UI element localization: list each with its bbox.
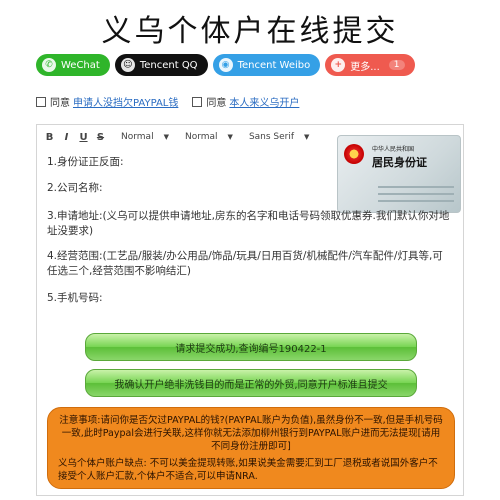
underline-button[interactable]: U [79,132,88,143]
submit-status-button[interactable]: 请求提交成功,查询编号190422-1 [85,333,417,361]
more-label: 更多... [350,61,380,73]
bold-button[interactable]: B [45,132,54,143]
page-title: 义乌个体户在线提交 [101,14,399,49]
more-share-button[interactable]: + 更多... 1 [325,54,415,76]
weibo-icon: ◉ [218,58,233,72]
qq-label: Tencent QQ [139,59,198,71]
chevron-down-icon: ▼ [304,133,310,141]
form-line-address: 3.申请地址:(义乌可以提供申请地址,房东的名字和电话号码领取优惠券.我们默认你… [47,210,450,237]
id-card-label: 居民身份证 [372,156,427,169]
wechat-icon: ✆ [42,58,56,72]
size-select-2-label: Normal [184,132,218,142]
notice-paragraph-2: 义乌个体户账户缺点: 不可以美金提现转账,如果说美金需要汇到工厂退税或者说国外客… [58,458,438,482]
agree-checkbox-1[interactable] [36,96,46,107]
agree-checkbox-2[interactable] [192,96,203,107]
confirm-submit-button[interactable]: 我确认开户绝非洗钱目的而是正常的外贸,同意开户标准且提交 [85,369,417,397]
agree-link-2[interactable]: 本人来义乌开户 [229,94,299,109]
weibo-label: Tencent Weibo [237,59,311,71]
chevron-down-icon: ▼ [163,133,169,141]
qq-share-button[interactable]: ☺ Tencent QQ [114,54,208,76]
size-select-1-label: Normal [121,132,154,142]
national-emblem-icon [344,144,364,164]
weibo-share-button[interactable]: ◉ Tencent Weibo [212,54,321,76]
form-line-company: 2.公司名称: [47,182,103,194]
share-bar: ✆ WeChat ☺ Tencent QQ ◉ Tencent Weibo + … [36,54,415,76]
more-count-badge: 1 [388,60,405,70]
agree-prefix-1: 同意 [50,98,70,109]
agree-prefix-2: 同意 [206,98,227,109]
id-card-image: 中华人民共和国 居民身份证 [337,135,461,213]
chevron-down-icon: ▼ [227,133,233,141]
form-line-scope: 4.经营范围:(工艺品/服装/办公用品/饰品/玩具/日用百货/机械配件/汽车配件… [47,250,443,277]
agreement-row: 同意 申请人没挡欠PAYPAL钱 同意 本人来义乌开户 [36,94,299,109]
agree-link-1[interactable]: 申请人没挡欠PAYPAL钱 [73,94,178,109]
wechat-share-button[interactable]: ✆ WeChat [36,54,110,76]
wechat-label: WeChat [61,59,100,71]
strikethrough-button[interactable]: S [96,132,105,143]
rich-text-editor[interactable]: B I U S Normal ▼ Normal ▼ Sans Serif ▼ 中… [36,124,464,496]
size-select-2[interactable]: Normal ▼ [185,132,233,142]
form-line-id: 1.身份证正反面: [47,156,124,168]
size-select-1[interactable]: Normal ▼ [121,132,169,142]
notice-paragraph-1: 注意事项:请问你是否欠过PAYPAL的钱?(PAYPAL账户为负值),虽然身份不… [59,415,443,452]
form-line-phone: 5.手机号码: [47,292,103,304]
italic-button[interactable]: I [62,132,71,143]
id-card-country: 中华人民共和国 [372,146,415,153]
font-select[interactable]: Sans Serif ▼ [249,132,310,142]
font-select-label: Sans Serif [248,132,295,142]
plus-icon: + [331,58,346,72]
qq-icon: ☺ [120,58,135,72]
notice-box: 注意事项:请问你是否欠过PAYPAL的钱?(PAYPAL账户为负值),虽然身份不… [47,407,455,489]
